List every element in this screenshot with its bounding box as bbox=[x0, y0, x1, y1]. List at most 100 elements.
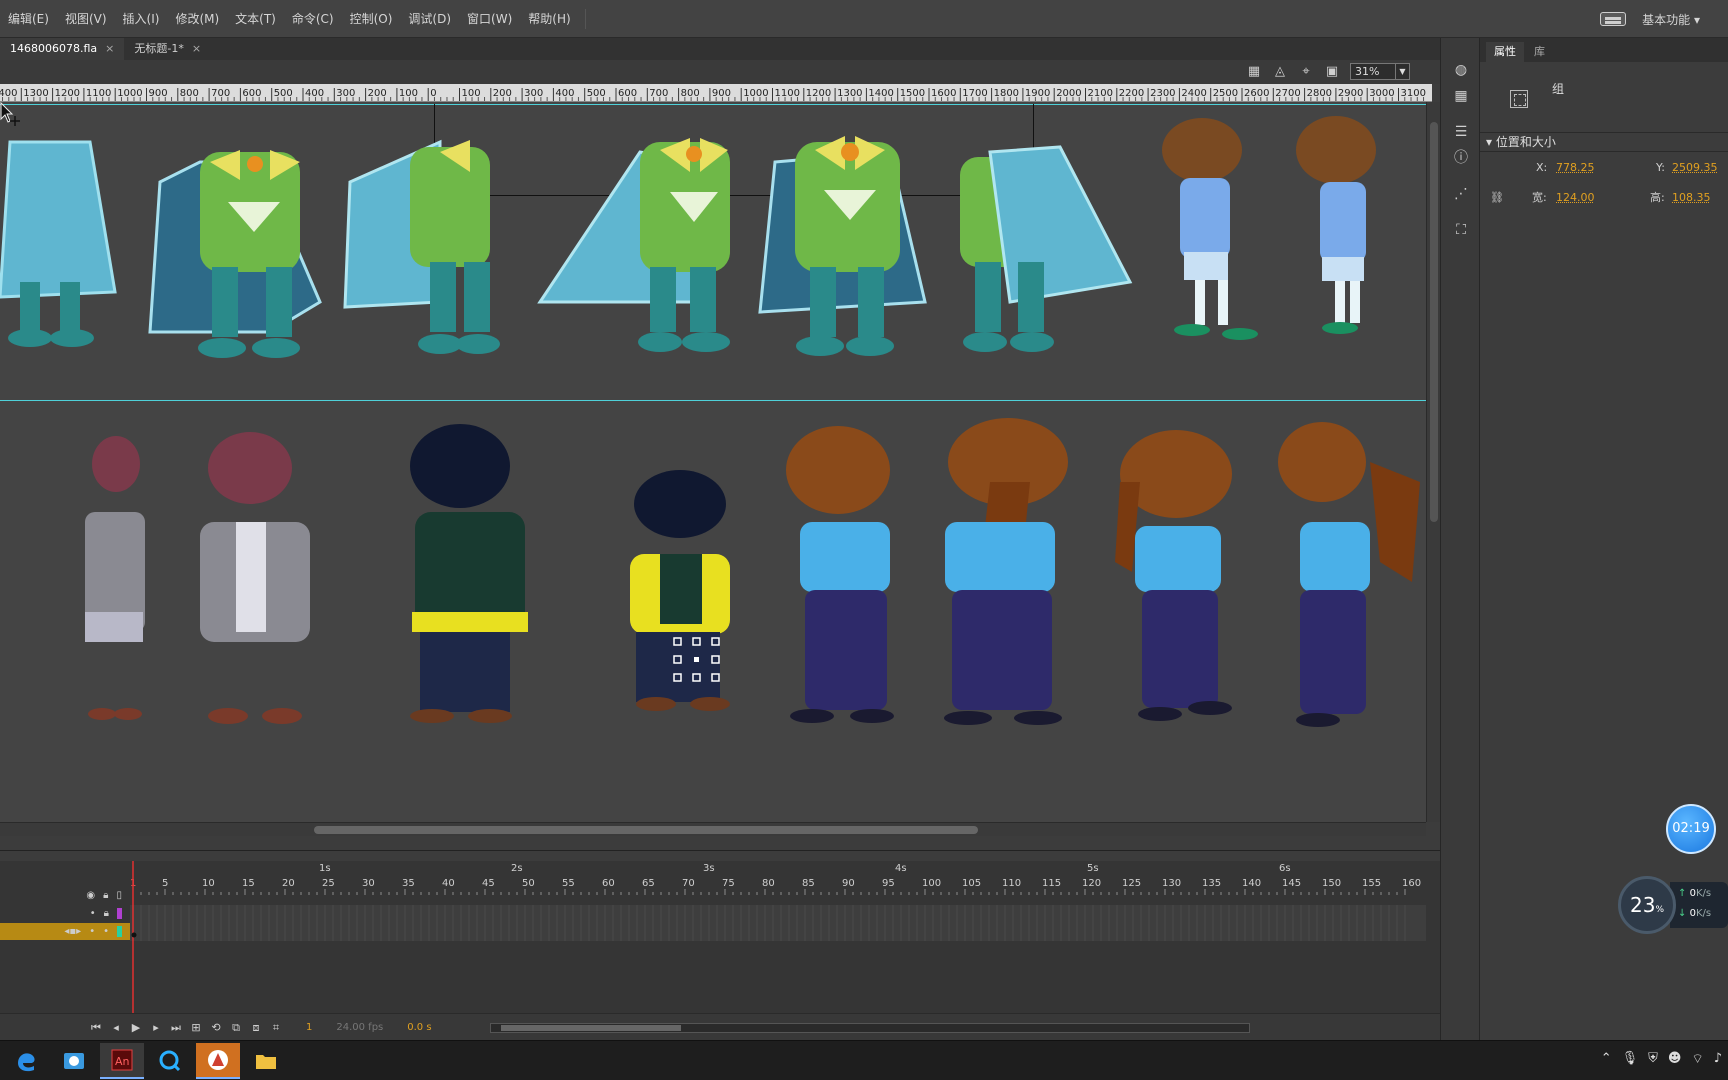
color-palette-icon[interactable]: ◍ bbox=[1453, 62, 1469, 78]
menu-control[interactable]: 控制(O) bbox=[342, 0, 401, 38]
recording-timer[interactable]: 02:19 bbox=[1666, 804, 1716, 854]
shield-icon[interactable]: ⛨ bbox=[1648, 1051, 1658, 1067]
object-type: 组 bbox=[1552, 82, 1565, 96]
loop-icon[interactable]: ⟲ bbox=[210, 1021, 222, 1034]
width-value[interactable]: 124.00 bbox=[1556, 188, 1595, 208]
link-icon[interactable]: ⛓ bbox=[1490, 188, 1504, 208]
menu-window[interactable]: 窗口(W) bbox=[459, 0, 520, 38]
y-value[interactable]: 2509.35 bbox=[1672, 158, 1718, 178]
frame-number: 110 bbox=[1002, 878, 1021, 889]
stage-vertical-scrollbar[interactable] bbox=[1426, 102, 1440, 822]
transform-icon[interactable]: ⛶ bbox=[1453, 222, 1469, 238]
ruler-label: 1400 bbox=[0, 88, 17, 99]
frame-number: 40 bbox=[442, 878, 455, 889]
tab-properties[interactable]: 属性 bbox=[1486, 42, 1524, 62]
second-marker: 1s bbox=[319, 863, 331, 874]
outline-icon[interactable]: ▯ bbox=[116, 890, 122, 901]
keyframe-dot[interactable] bbox=[131, 932, 137, 938]
scroll-thumb[interactable] bbox=[314, 826, 978, 834]
close-icon[interactable]: × bbox=[105, 38, 114, 60]
motion-presets-icon[interactable]: ⋰ bbox=[1453, 186, 1469, 202]
clapper-icon[interactable]: ▦ bbox=[1246, 64, 1262, 80]
x-value[interactable]: 778.25 bbox=[1556, 158, 1595, 178]
lock-icon[interactable]: 🔒︎ bbox=[103, 890, 108, 901]
elapsed-time: 0.0 s bbox=[407, 1022, 432, 1033]
animate-icon[interactable]: An bbox=[100, 1043, 144, 1079]
frame-number: 145 bbox=[1282, 878, 1301, 889]
stage-canvas[interactable] bbox=[0, 102, 1426, 822]
qq-icon[interactable]: ☻ bbox=[1668, 1051, 1682, 1067]
layer-row-selected[interactable]: ◂▪▸ • • bbox=[0, 923, 130, 940]
animate-window: 编辑(E) 视图(V) 插入(I) 修改(M) 文本(T) 命令(C) 控制(O… bbox=[0, 0, 1728, 1080]
wifi-icon[interactable]: ⌔ bbox=[1691, 1051, 1703, 1067]
menu-edit[interactable]: 编辑(E) bbox=[0, 0, 57, 38]
frame-rate[interactable]: 24.00 fps bbox=[336, 1022, 383, 1033]
swatches-icon[interactable]: ▦ bbox=[1453, 88, 1469, 104]
edit-multiple-icon[interactable]: ⌗ bbox=[270, 1021, 282, 1035]
tab-library[interactable]: 库 bbox=[1526, 42, 1553, 62]
tab-document-2[interactable]: 无标题-1* × bbox=[124, 38, 211, 60]
workspace-switcher[interactable]: 基本功能 ▾ bbox=[1642, 11, 1700, 28]
keyboard-icon[interactable] bbox=[1600, 12, 1627, 26]
frame-number: 65 bbox=[642, 878, 655, 889]
center-frame-icon[interactable]: ⊞ bbox=[190, 1021, 202, 1034]
menu-help[interactable]: 帮助(H) bbox=[520, 0, 578, 38]
download-speed: ↓ 0K/s bbox=[1678, 908, 1711, 919]
layer-row[interactable]: • 🔒︎ bbox=[0, 905, 130, 922]
dot-icon: • bbox=[89, 926, 96, 937]
onion-skin-icon[interactable]: ⧉ bbox=[230, 1021, 242, 1035]
zoom-select[interactable]: 31% ▼ bbox=[1350, 63, 1410, 80]
center-stage-icon[interactable]: ⌖ bbox=[1298, 64, 1314, 80]
align-icon[interactable]: ☰ bbox=[1453, 124, 1469, 140]
close-icon[interactable]: × bbox=[192, 38, 201, 60]
last-frame-icon[interactable]: ⏭ bbox=[170, 1021, 182, 1035]
ruler-label: 2400 bbox=[1181, 88, 1206, 99]
menu-insert[interactable]: 插入(I) bbox=[115, 0, 168, 38]
photo-app-icon[interactable] bbox=[52, 1043, 96, 1079]
clip-content-icon[interactable]: ▣ bbox=[1324, 64, 1340, 80]
volume-icon[interactable]: ♪ bbox=[1714, 1051, 1722, 1067]
tab-document-1[interactable]: 1468006078.fla × bbox=[0, 38, 125, 60]
onion-outline-icon[interactable]: ⧈ bbox=[250, 1021, 262, 1035]
ruler-label: 200 bbox=[368, 88, 387, 99]
menu-modify[interactable]: 修改(M) bbox=[167, 0, 227, 38]
camera-app-icon[interactable] bbox=[196, 1043, 240, 1079]
chevron-up-icon[interactable]: ⌃ bbox=[1601, 1051, 1612, 1067]
lock-icon[interactable]: 🔒︎ bbox=[104, 908, 109, 919]
ruler-label: 300 bbox=[524, 88, 543, 99]
microphone-icon[interactable]: 🎙︎ bbox=[1622, 1051, 1639, 1067]
file-explorer-icon[interactable] bbox=[244, 1043, 288, 1079]
position-size-section[interactable]: ▾ 位置和大小 bbox=[1480, 132, 1728, 152]
frame-cells[interactable] bbox=[130, 905, 1426, 941]
menu-commands[interactable]: 命令(C) bbox=[284, 0, 342, 38]
zoom-value: 31% bbox=[1355, 65, 1380, 78]
quick-app-icon[interactable] bbox=[148, 1043, 192, 1079]
frame-ruler: 1510152025303540455055606570758085909510… bbox=[130, 861, 1426, 1013]
ruler-label: 1400 bbox=[868, 88, 893, 99]
edge-icon[interactable] bbox=[4, 1043, 48, 1079]
stage-horizontal-scrollbar[interactable] bbox=[0, 822, 1426, 836]
frame-grid[interactable]: 1510152025303540455055606570758085909510… bbox=[130, 861, 1426, 1013]
timeline-scrollbar[interactable] bbox=[490, 1023, 1250, 1033]
ruler-label: 1900 bbox=[1025, 88, 1050, 99]
eye-icon[interactable]: ◉ bbox=[86, 890, 95, 901]
info-icon[interactable]: ⓘ bbox=[1453, 150, 1469, 166]
ruler-label: 1300 bbox=[23, 88, 48, 99]
frame-number: 125 bbox=[1122, 878, 1141, 889]
menu-debug[interactable]: 调试(D) bbox=[400, 0, 459, 38]
current-frame[interactable]: 1 bbox=[306, 1022, 312, 1033]
height-value[interactable]: 108.35 bbox=[1672, 188, 1711, 208]
step-forward-icon[interactable]: ▸ bbox=[150, 1021, 162, 1034]
step-back-icon[interactable]: ◂ bbox=[110, 1021, 122, 1034]
play-icon[interactable]: ▶ bbox=[130, 1021, 142, 1034]
menu-view[interactable]: 视图(V) bbox=[57, 0, 115, 38]
workspace-label: 基本功能 bbox=[1642, 12, 1691, 27]
ruler-label: 2800 bbox=[1307, 88, 1332, 99]
symbol-icon[interactable]: ◬ bbox=[1272, 64, 1288, 80]
scroll-thumb[interactable] bbox=[501, 1025, 681, 1031]
scroll-thumb[interactable] bbox=[1430, 122, 1438, 522]
first-frame-icon[interactable]: ⏮ bbox=[90, 1021, 102, 1035]
keyframe-nav-icon[interactable]: ◂▪▸ bbox=[64, 926, 81, 937]
performance-widget[interactable]: ↑ 0K/s ↓ 0K/s 23% bbox=[1618, 876, 1728, 934]
menu-text[interactable]: 文本(T) bbox=[227, 0, 284, 38]
